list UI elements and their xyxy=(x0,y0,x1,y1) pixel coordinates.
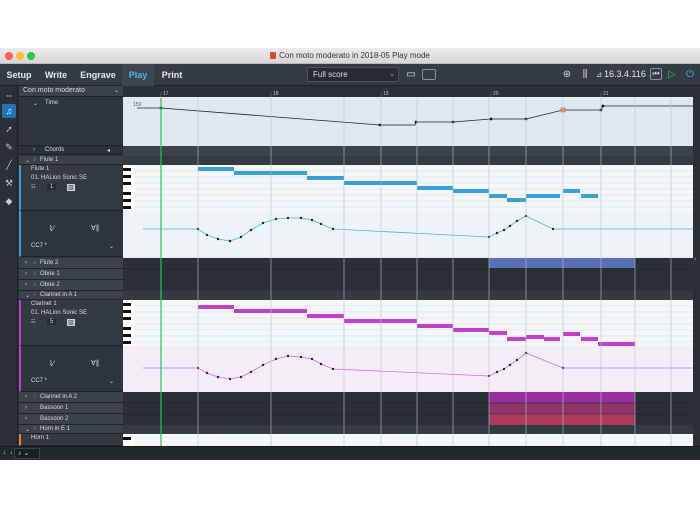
track-oboe-1[interactable]: › ♪ Oboe 1 xyxy=(19,269,123,280)
arrow-select-icon[interactable]: ➚ xyxy=(2,122,16,136)
eraser-icon[interactable]: ◆ xyxy=(2,194,16,208)
document-icon xyxy=(270,52,277,59)
note-icon[interactable]: ♫ xyxy=(2,104,16,118)
power-icon[interactable]: ⏻ xyxy=(683,67,697,82)
piano-roll-canvas[interactable]: 17 18 19 20 21 150 xyxy=(123,86,693,446)
line-icon[interactable]: ╱ xyxy=(2,158,16,172)
event-grid[interactable]: 17 18 19 20 21 150 xyxy=(123,86,693,446)
clarinet-2-region[interactable] xyxy=(489,392,635,403)
track-chords[interactable]: › Chords ◂ xyxy=(19,146,123,155)
track-flute-1-automation[interactable]: ⌇∕ ∀∥ CC7 * ⌄ xyxy=(19,211,123,257)
track-flute-1-instrument[interactable]: Flute 1 01. HALion Sonic SE ☷ 1 ▥ xyxy=(19,165,123,211)
oboe-region[interactable] xyxy=(489,258,635,268)
curve-icon[interactable]: ⌇∕ xyxy=(49,224,54,233)
note-value-select[interactable]: ♪ ⌄ xyxy=(14,448,40,459)
metronome-icon[interactable]: ⊿ xyxy=(594,67,604,82)
track-flute-1[interactable]: ⌄ ♪ Flute 1 xyxy=(19,156,123,165)
clarinet-piano-keys xyxy=(123,300,135,346)
track-clarinet-1-instrument[interactable]: Clarinet 1 01. HALion Sonic SE ☷ 5 ▥ xyxy=(19,300,123,346)
play-icon[interactable]: ▷ xyxy=(666,67,678,82)
bassoon-1-region[interactable] xyxy=(489,403,635,414)
ruler-bar-20: 20 xyxy=(493,91,499,97)
ruler-bar-18: 18 xyxy=(273,91,279,97)
tab-write[interactable]: Write xyxy=(38,64,74,86)
chevron-down-icon: ⌄ xyxy=(113,88,119,94)
flow-select[interactable]: Con moto moderato ⌄ xyxy=(19,86,123,97)
collapse-right-panel[interactable]: › xyxy=(693,86,700,446)
tool-strip: ⇔ ♫ ➚ ✎ ╱ ⚒ ◆ xyxy=(0,86,18,446)
tab-print[interactable]: Print xyxy=(156,64,188,86)
tab-play[interactable]: Play xyxy=(122,64,154,86)
status-bar: ♩♩ ♪ ⌄ xyxy=(0,446,700,460)
layout-select[interactable]: Full score ⌄ xyxy=(307,67,399,82)
bassoon-2-region[interactable] xyxy=(489,414,635,425)
ruler-bar-21: 21 xyxy=(603,91,609,97)
page-view-icon[interactable]: ▭ xyxy=(404,67,418,82)
ruler-bar-17: 17 xyxy=(163,91,169,97)
horn-piano-keys xyxy=(123,434,135,446)
track-bassoon-2[interactable]: › ♪ Bassoon 2 xyxy=(19,414,123,425)
flute-piano-keys xyxy=(123,165,135,211)
ruler-bar-19: 19 xyxy=(383,91,389,97)
tools-icon[interactable]: ∀∥ xyxy=(91,359,99,367)
track-horn-1-instrument[interactable]: Horn 1 xyxy=(19,434,123,446)
tab-setup[interactable]: Setup xyxy=(2,64,36,86)
horn-note-lane[interactable] xyxy=(123,434,693,446)
track-bassoon-1[interactable]: › ♪ Bassoon 1 xyxy=(19,403,123,414)
collapse-left-icon[interactable]: ◂ xyxy=(107,147,110,154)
tempo-value-label: 150 xyxy=(133,102,142,108)
rewind-icon[interactable]: ⏮ xyxy=(650,68,662,80)
track-horn-1[interactable]: ⌄ ♪ Horn in E 1 xyxy=(19,425,123,434)
track-list: Con moto moderato ⌄ ⌄ Time › Chords ◂ ⌄ ♪… xyxy=(19,86,123,446)
pencil-icon[interactable]: ✎ xyxy=(2,140,16,154)
track-clarinet-2[interactable]: › ♪ Clarinet in A 2 xyxy=(19,392,123,403)
tools-icon[interactable]: ∀∥ xyxy=(91,224,99,232)
mode-toolbar: Setup Write Engrave Play Print Full scor… xyxy=(0,64,700,86)
expand-arrows-icon[interactable]: ⇔ xyxy=(2,88,16,102)
flute-note-lane[interactable] xyxy=(123,165,693,211)
track-oboe-2[interactable]: › ♪ Oboe 2 xyxy=(19,280,123,291)
time-counter: 16.3.4.116 xyxy=(604,69,646,79)
track-time[interactable]: ⌄ Time xyxy=(19,98,123,146)
track-flute-2[interactable]: › ♪ Flute 2 xyxy=(19,258,123,269)
film-reel-icon[interactable]: ⊛ xyxy=(560,67,574,82)
flute-cc-lane[interactable] xyxy=(123,211,693,257)
keyboard-icon[interactable]: ▥ xyxy=(67,319,75,326)
tempo-lane[interactable] xyxy=(123,98,693,146)
clarinet-cc-lane[interactable] xyxy=(123,346,693,392)
chevron-down-icon: ⌄ xyxy=(389,71,395,78)
hammer-icon[interactable]: ⚒ xyxy=(2,176,16,190)
track-clarinet-1[interactable]: ⌄ ♪ Clarinet in A 1 xyxy=(19,291,123,300)
tab-engrave[interactable]: Engrave xyxy=(76,64,120,86)
galley-view-icon[interactable] xyxy=(422,69,436,80)
title-bar: Con moto moderato in 2018-05 Play mode xyxy=(0,48,700,64)
track-clarinet-1-automation[interactable]: ⌇∕ ∀∥ CC7 * ⌄ xyxy=(19,346,123,392)
curve-icon[interactable]: ⌇∕ xyxy=(49,359,54,368)
expand-icon[interactable]: ⌄ xyxy=(33,100,38,107)
window-title: Con moto moderato in 2018-05 Play mode xyxy=(0,51,700,60)
keyboard-icon[interactable]: ▥ xyxy=(67,184,75,191)
mixer-icon[interactable]: ⫼ xyxy=(578,67,592,82)
